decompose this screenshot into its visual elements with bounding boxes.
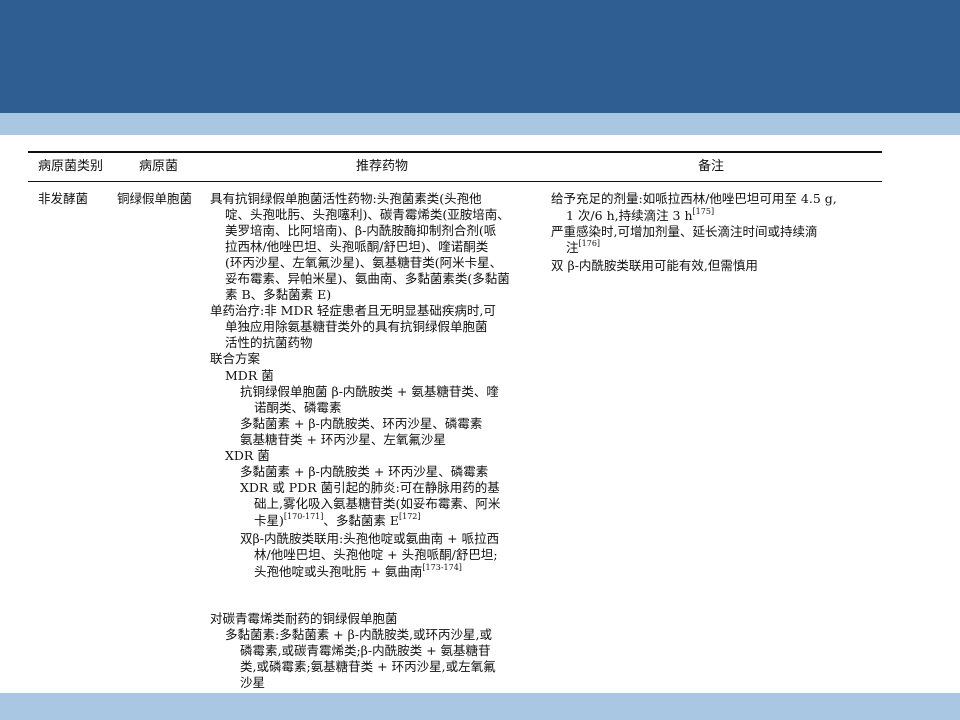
reference-superscript: [172] (398, 512, 421, 521)
drug-line: 类,或磷霉素;氨基糖苷类 + 环丙沙星,或左氧氟 (240, 659, 496, 674)
note-line: 双 β-内酰胺类联用可能有效,但需慎用 (551, 258, 758, 273)
drug-line: 诺酮类、磷霉素 (254, 400, 342, 415)
note-line-part: 注 (566, 240, 579, 255)
note-line-part: 1 次/6 h,持续滴注 3 h (566, 208, 693, 223)
table-header-rule (28, 181, 882, 182)
header-notes: 备注 (698, 159, 725, 174)
reference-superscript: [175] (692, 207, 715, 216)
drug-line: 多黏菌素 + β-内酰胺类 + 环丙沙星、磷霉素 (240, 464, 489, 479)
drug-line-part: 、多黏菌素 E (323, 513, 399, 528)
note-line: 严重感染时,可增加剂量、延长滴注时间或持续滴 (551, 224, 818, 239)
drug-line: 础上,雾化吸入氨基糖苷类(如妥布霉素、阿米 (254, 496, 501, 511)
drug-line: 拉西林/他唑巴坦、头孢哌酮/舒巴坦)、喹诺酮类 (225, 239, 489, 254)
drug-line: 双β-内酰胺类联用:头孢他啶或氨曲南 + 哌拉西 (240, 531, 500, 546)
drug-line: MDR 菌 (225, 368, 274, 383)
drug-line: 多黏菌素 + β-内酰胺类、环丙沙星、磷霉素 (240, 416, 483, 431)
note-line: 给予充足的剂量:如哌拉西林/他唑巴坦可用至 4.5 g, (551, 191, 837, 206)
drug-line: 单独应用除氨基糖苷类外的具有抗铜绿假单胞菌 (225, 319, 488, 334)
drug-line: 氨基糖苷类 + 环丙沙星、左氧氟沙星 (240, 432, 446, 447)
reference-superscript: [173-174] (422, 563, 462, 572)
drug-line: (环丙沙星、左氧氟沙星)、氨基糖苷类(阿米卡星、 (225, 255, 503, 270)
reference-superscript: [176] (578, 239, 601, 248)
drug-line: 卡星)[170-171]、多黏菌素 E[172] (254, 513, 421, 529)
drug-line: 抗铜绿假单胞菌 β-内酰胺类 + 氨基糖苷类、喹 (240, 384, 499, 399)
table-top-rule (28, 151, 882, 153)
header-stripe (0, 113, 960, 135)
header-category: 病原菌类别 (38, 159, 104, 174)
drug-line: 啶、头孢吡肟、头孢噻利)、碳青霉烯类(亚胺培南、 (225, 207, 510, 222)
drug-line: 美罗培南、比阿培南)、β-内酰胺酶抑制剂合剂(哌 (225, 223, 497, 238)
cell-pathogen: 铜绿假单胞菌 (117, 191, 193, 206)
drug-line: 头孢他啶或头孢吡肟 + 氨曲南[173-174] (254, 564, 462, 580)
drug-line-part: 头孢他啶或头孢吡肟 + 氨曲南 (254, 564, 423, 579)
drug-line: 多黏菌素:多黏菌素 + β-内酰胺类,或环丙沙星,或 (225, 627, 493, 642)
reference-superscript: [170-171] (283, 512, 324, 521)
drug-line: 磷霉素,或碳青霉烯类;β-内酰胺类 + 氨基糖苷 (240, 643, 491, 658)
header-drugs: 推荐药物 (356, 159, 409, 174)
drug-line: XDR 菌 (225, 448, 270, 463)
drug-line: 活性的抗菌药物 (225, 335, 313, 350)
drug-line: 单药治疗:非 MDR 轻症患者且无明显基础疾病时,可 (210, 303, 496, 318)
drug-line: 对碳青霉烯类耐药的铜绿假单胞菌 (210, 611, 398, 626)
note-line: 注[176] (566, 240, 600, 256)
cell-category: 非发酵菌 (38, 191, 89, 206)
drug-line-part: 卡星) (254, 513, 284, 528)
header-banner (0, 0, 960, 113)
drug-line: 妥布霉素、异帕米星)、氨曲南、多黏菌素类(多黏菌 (225, 271, 510, 286)
drug-line: 素 B、多黏菌素 E) (225, 287, 332, 302)
footer-band (0, 693, 960, 720)
drug-line: 联合方案 (210, 351, 261, 366)
drug-line: 具有抗铜绿假单胞菌活性药物:头孢菌素类(头孢他 (210, 191, 482, 206)
drug-line: 林/他唑巴坦、头孢他啶 + 头孢哌酮/舒巴坦; (254, 547, 498, 562)
note-line: 1 次/6 h,持续滴注 3 h[175] (566, 208, 714, 224)
drug-line: 沙星 (240, 675, 266, 690)
header-pathogen: 病原菌 (139, 159, 179, 174)
drug-line: XDR 或 PDR 菌引起的肺炎:可在静脉用药的基 (240, 480, 500, 495)
